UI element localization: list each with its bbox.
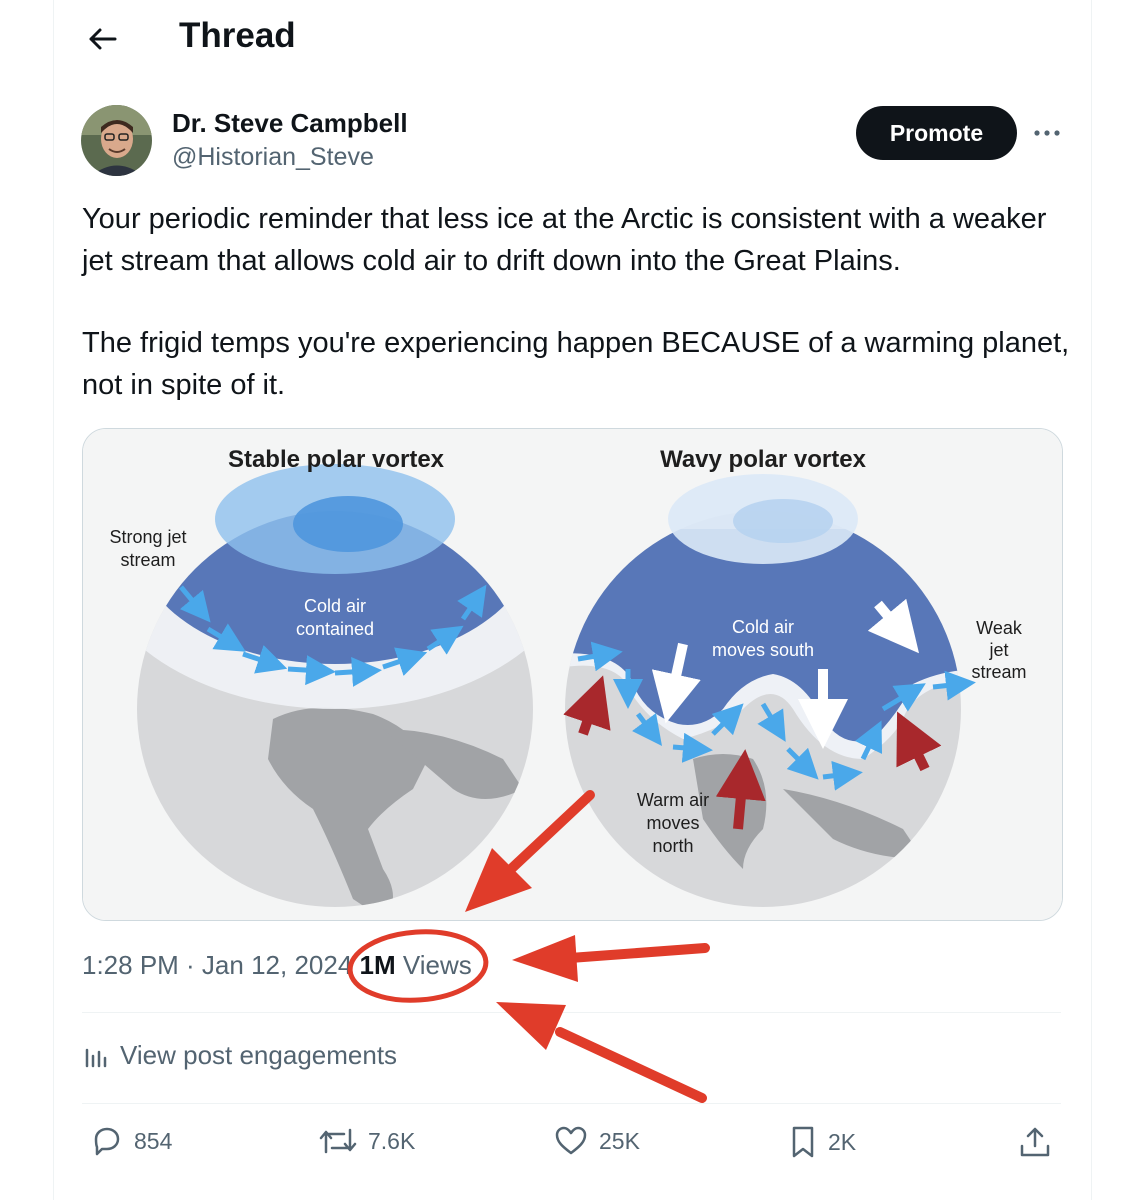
repost-button[interactable]: 7.6K	[318, 1124, 415, 1158]
view-engagements-link[interactable]: View post engagements	[82, 1040, 397, 1071]
tweet-text: Your periodic reminder that less ice at …	[82, 198, 1072, 406]
warm-air-label: moves	[646, 813, 699, 833]
share-button[interactable]	[1017, 1124, 1053, 1160]
strong-jet-label: Strong jet	[109, 527, 186, 547]
views-count: 1M	[359, 950, 396, 980]
timestamp[interactable]: 1:28 PM · Jan 12, 2024	[82, 950, 352, 980]
warm-air-label: north	[652, 836, 693, 856]
cold-south-label: Cold air	[732, 617, 794, 637]
reply-button[interactable]: 854	[90, 1124, 172, 1158]
back-arrow-icon[interactable]	[85, 22, 119, 56]
bookmark-button[interactable]: 2K	[788, 1124, 856, 1160]
tweet-paragraph: The frigid temps you're experiencing hap…	[82, 327, 1070, 401]
right-diagram-title: Wavy polar vortex	[660, 446, 867, 473]
weak-jet-label: jet	[988, 640, 1008, 660]
analytics-icon	[85, 1048, 107, 1067]
reply-icon	[94, 1127, 120, 1156]
promote-button[interactable]: Promote	[856, 106, 1017, 160]
reply-count: 854	[134, 1127, 173, 1154]
weak-jet-label: stream	[971, 662, 1026, 682]
like-button[interactable]: 25K	[553, 1124, 640, 1158]
more-options-icon[interactable]	[1030, 116, 1064, 150]
tweet-image[interactable]: Stable polar vortex Wavy polar vortex St…	[82, 428, 1063, 921]
divider	[82, 1103, 1061, 1104]
heart-icon	[555, 1126, 587, 1155]
divider	[82, 1012, 1061, 1013]
views-label: Views	[402, 950, 472, 980]
repost-count: 7.6K	[368, 1127, 416, 1154]
like-count: 25K	[599, 1127, 640, 1154]
author-handle[interactable]: @Historian_Steve	[172, 143, 374, 172]
bookmark-icon	[792, 1126, 814, 1158]
tweet-paragraph: Your periodic reminder that less ice at …	[82, 203, 1047, 277]
avatar[interactable]	[81, 105, 152, 176]
bookmark-count: 2K	[828, 1128, 857, 1155]
left-diagram-title: Stable polar vortex	[228, 446, 445, 473]
tweet-meta: 1:28 PM · Jan 12, 2024 1M Views	[82, 950, 472, 981]
page-title: Thread	[179, 16, 296, 55]
strong-jet-label: stream	[120, 550, 175, 570]
repost-icon	[319, 1128, 357, 1154]
share-icon	[1020, 1127, 1050, 1157]
cold-contained-label: Cold air	[304, 596, 366, 616]
cold-contained-label: contained	[296, 619, 374, 639]
weak-jet-label: Weak	[976, 618, 1023, 638]
author-name[interactable]: Dr. Steve Campbell	[172, 108, 408, 139]
warm-air-label: Warm air	[637, 790, 709, 810]
engagements-label: View post engagements	[120, 1040, 398, 1070]
cold-south-label: moves south	[712, 640, 814, 660]
